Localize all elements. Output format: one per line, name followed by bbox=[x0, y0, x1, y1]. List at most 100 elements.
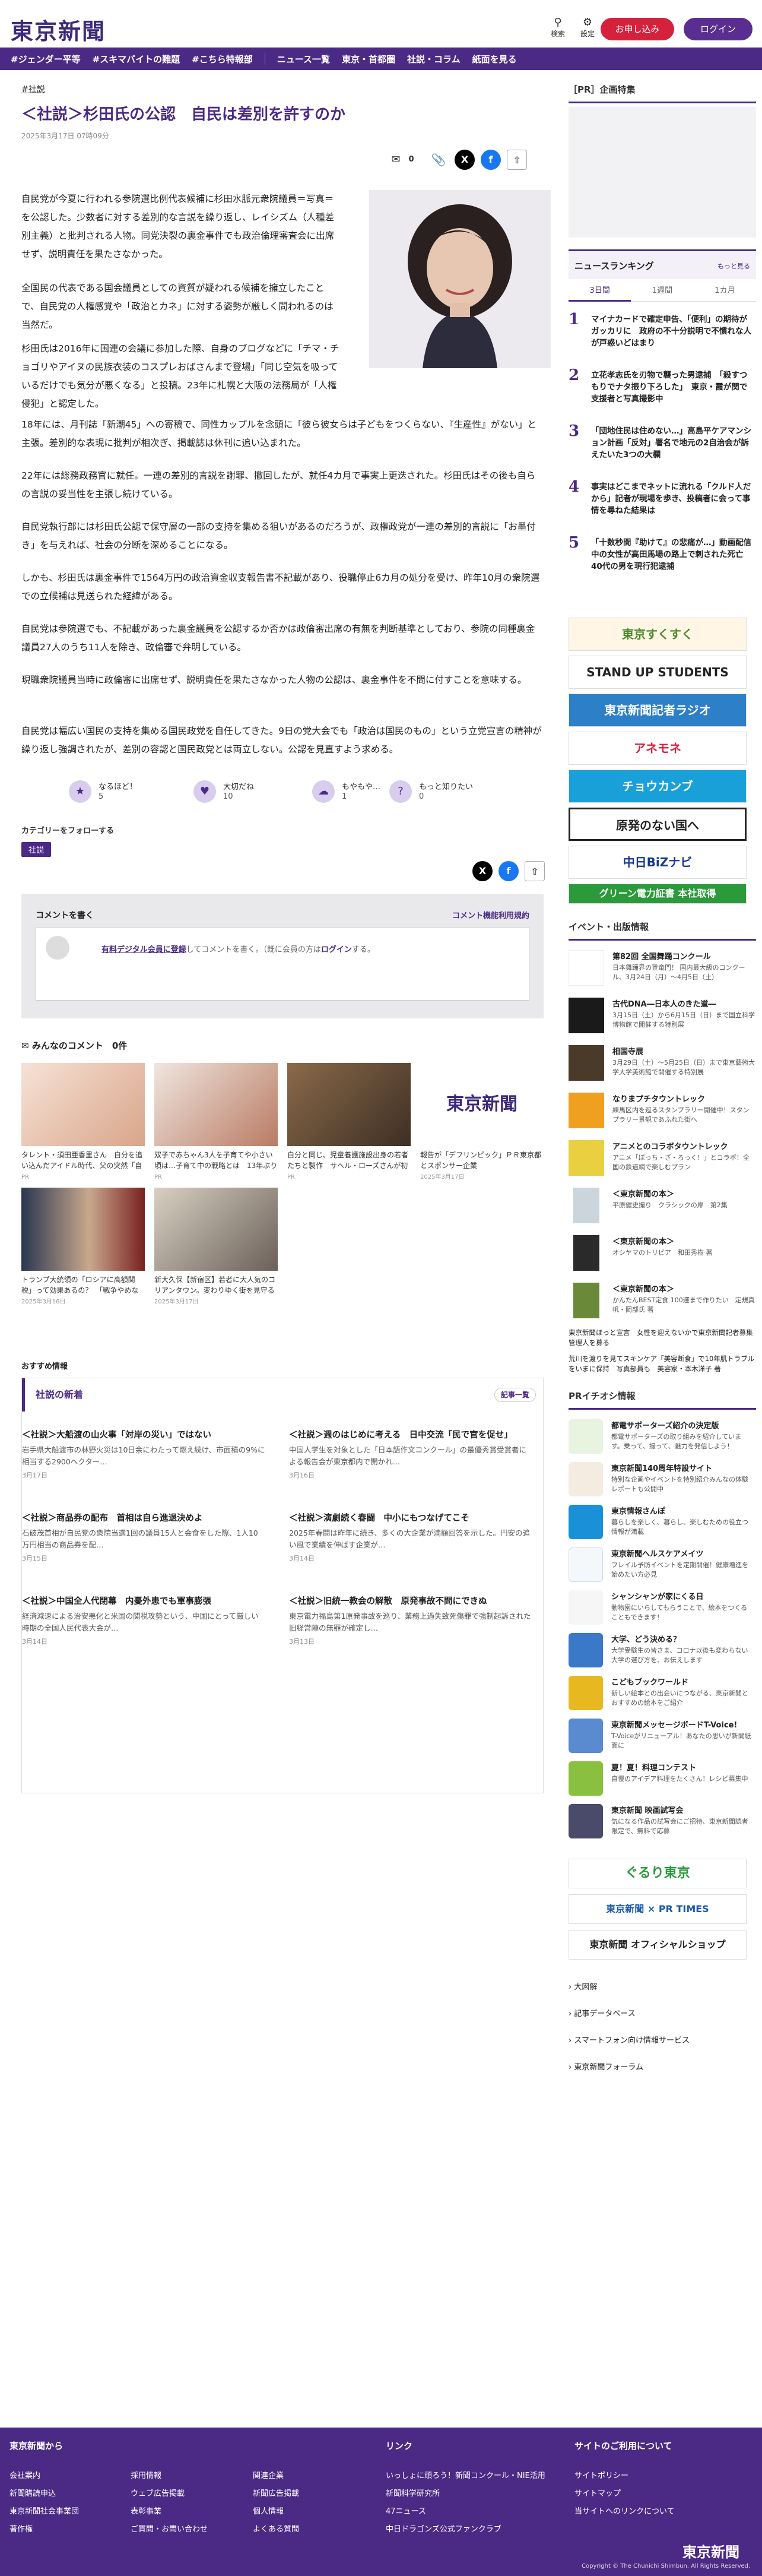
event-item[interactable]: ＜東京新聞の本＞ 平原健史撮り クラシックの扉 第2集 bbox=[569, 1188, 756, 1229]
footer-link[interactable]: いっしょに頑ろう！新聞コンクール・NIE活用 bbox=[386, 2469, 545, 2480]
nav-item-editorial[interactable]: 社説・コラム bbox=[407, 53, 461, 65]
event-item[interactable]: なりまプチタウントレック 練馬区内を巡るスタンプラリー開催中！スタンプラリー景観で… bbox=[569, 1093, 756, 1134]
banner-genpatsu[interactable]: 原発のない国へ bbox=[569, 808, 747, 841]
comment-input-area[interactable]: 有料デジタル会員に登録してコメントを書く。（既に会員の方はログインする。 bbox=[36, 927, 529, 1001]
editorial-item[interactable]: ＜社説＞中国全人代閉幕 内憂外患でも軍事膨張 経済減速による治安悪化と米国の関税攻… bbox=[22, 1594, 265, 1646]
category-follow-button[interactable]: 社説 bbox=[21, 842, 52, 857]
banner-gururi[interactable]: ぐるり東京 bbox=[569, 1859, 747, 1888]
facebook-share-icon[interactable]: f bbox=[481, 150, 501, 170]
event-item[interactable]: アニメとのコラボタウントレック アニメ「ぼっち・ざ・ろっく！」とコラボ！全国の鉄道… bbox=[569, 1140, 756, 1182]
pr-item[interactable]: こどもブックワールド 新しい絵本との出会いにつながる、東京新聞とおすすめの絵本をご… bbox=[569, 1676, 756, 1711]
event-item[interactable]: 古代DNA―日本人のきた道― 3月15日（土）から6月15日（日）まで国立科学博物… bbox=[569, 998, 756, 1039]
banner-prtimes[interactable]: 東京新聞 × PR TIMES bbox=[569, 1894, 747, 1924]
footer-link[interactable]: ご質問・お問い合わせ bbox=[131, 2523, 208, 2534]
footer-link[interactable]: 関連企業 bbox=[253, 2469, 284, 2480]
banner-shop[interactable]: 東京新聞 オフィシャルショップ bbox=[569, 1930, 747, 1960]
related-card[interactable]: トランプ大統領の「ロシアに高額関税」って効果あるの？ 「戦争やめなければ制裁」プ… bbox=[21, 1188, 145, 1308]
editorial-item[interactable]: ＜社説＞商品券の配布 首相は自ら進退決めよ 石破茂首相が自民党の衆院当選1回の議員… bbox=[22, 1511, 265, 1563]
event-item[interactable]: 相国寺展 3月29日（土）〜5月25日（日）まで東京藝術大学大学美術館で開催する特… bbox=[569, 1045, 756, 1087]
event-item[interactable]: 第82回 全国舞踊コンクール 日本舞踊界の登竜門！ 国内最大級のコンクール、3月2… bbox=[569, 950, 756, 992]
share-icon[interactable]: ⇧ bbox=[525, 861, 545, 881]
clip-icon[interactable]: 📎 bbox=[428, 150, 449, 170]
event-item[interactable]: ＜東京新聞の本＞ かんたんBEST定食 100選まで作りたい 定規真帆・岡部氏 著 bbox=[569, 1283, 756, 1324]
event-link[interactable]: 荒川を渡りを見てスキンケア「美容断食」で10年肌トラブルをいまに保持 写真部員も… bbox=[569, 1354, 756, 1374]
banner-chunichi-biz[interactable]: 中日BiZナビ bbox=[569, 846, 747, 879]
banner-stand-up-students[interactable]: STAND UP STUDENTS bbox=[569, 656, 747, 689]
ranking-more-link[interactable]: もっと見る bbox=[717, 261, 750, 271]
nav-item-tokuho[interactable]: #こちら特報部 bbox=[192, 53, 253, 65]
x-share-icon[interactable]: X bbox=[472, 861, 493, 881]
related-card[interactable]: タレント・須田亜香里さん 自分を追い込んだアイドル時代、父の突然「自分のこと好き… bbox=[21, 1063, 145, 1183]
pr-item[interactable]: 夏！夏！料理コンテスト 自慢のアイデア料理をたくさん！レシピ募集中 bbox=[569, 1761, 756, 1797]
facebook-share-icon[interactable]: f bbox=[499, 861, 519, 881]
comment-count: 0 bbox=[408, 155, 414, 164]
share-icon[interactable]: ⇧ bbox=[507, 150, 527, 170]
sidebar-link[interactable]: › 東京新聞フォーラム bbox=[569, 2061, 756, 2072]
footer-link[interactable]: 会社案内 bbox=[9, 2469, 40, 2480]
settings-button[interactable]: ⚙ 設定 bbox=[576, 17, 599, 39]
x-share-icon[interactable]: X bbox=[455, 150, 475, 170]
footer-link[interactable]: 新聞科学研究所 bbox=[386, 2487, 440, 2498]
editorial-more-button[interactable]: 記事一覧 bbox=[494, 1388, 536, 1402]
footer-logo[interactable]: 東京新聞 bbox=[682, 2540, 739, 2561]
footer-link[interactable]: 表彰事業 bbox=[131, 2505, 161, 2516]
footer-link[interactable]: ウェブ広告掲載 bbox=[131, 2487, 185, 2498]
event-link[interactable]: 東京新聞ほっと宣言 女性を迎えないかで東京新聞記者募集 管理人を募る bbox=[569, 1328, 760, 1348]
login-link[interactable]: ログイン bbox=[321, 945, 352, 954]
nav-item-tokyo[interactable]: 東京・首都圏 bbox=[342, 53, 395, 65]
footer-link[interactable]: サイトポリシー bbox=[574, 2469, 628, 2480]
pr-title: 東京新聞メッセージボードT-Voice! bbox=[611, 1721, 738, 1730]
footer-link[interactable]: 採用情報 bbox=[131, 2469, 161, 2480]
site-logo[interactable]: 東京新聞 bbox=[11, 13, 106, 46]
comment-rules-link[interactable]: コメント機能利用規約 bbox=[452, 909, 529, 920]
footer-link[interactable]: 新聞購読申込 bbox=[9, 2487, 56, 2498]
editorial-item[interactable]: ＜社説＞演劇続く春闘 中小にもつなげてこそ 2025年春闘は昨年に続き、多くの大企… bbox=[289, 1511, 532, 1563]
pr-item[interactable]: シャンシャンが家にくる日 動物園にいらしてもらうことで、絵本をつくることもできます… bbox=[569, 1590, 756, 1626]
banner-green-power[interactable]: グリーン電力証書 本社取得 bbox=[569, 884, 747, 904]
related-card[interactable]: 自分と同じ、児童養護施設出身の若者たちと製作 サヘル・ローズさんが初監督映画「花… bbox=[287, 1063, 411, 1183]
search-button[interactable]: ⚲ 検索 bbox=[546, 17, 570, 39]
article-tag[interactable]: #社説 bbox=[21, 83, 544, 95]
tab-3days[interactable]: 3日間 bbox=[569, 281, 631, 302]
register-link[interactable]: 有料デジタル会員に登録 bbox=[101, 945, 186, 954]
editorial-item-summary: 中国人学生を対象とした「日本語作文コンクール」の最優秀賞受賞者による報告会が東京… bbox=[289, 1445, 527, 1466]
banner-anemone[interactable]: アネモネ bbox=[569, 732, 747, 765]
sidebar-link[interactable]: › 記事データベース bbox=[569, 2007, 756, 2018]
pr-item[interactable]: 大学、どう決める？ 大学受験生の皆さま、コロナ以後も変わらない大学の選び方を、お伝… bbox=[569, 1633, 756, 1669]
banner-radio[interactable]: 東京新聞記者ラジオ bbox=[569, 694, 747, 727]
nav-item-news[interactable]: ニュース一覧 bbox=[277, 53, 330, 65]
footer-link[interactable]: 東京新聞社会事業団 bbox=[9, 2505, 79, 2516]
footer-link[interactable]: 当サイトへのリンクについて bbox=[574, 2505, 675, 2516]
nav-item-gender[interactable]: #ジェンダー平等 bbox=[11, 53, 81, 65]
editorial-item[interactable]: ＜社説＞大船渡の山火事「対岸の災い」ではない 岩手県大船渡市の林野火災は10日余に… bbox=[22, 1428, 265, 1480]
nav-item-sukima[interactable]: #スキマバイトの難題 bbox=[93, 53, 180, 65]
banner-chokanbu[interactable]: チョウカンブ bbox=[569, 770, 747, 803]
pr-item[interactable]: 東京新聞 映画試写会 気になる作品の試写会にご招待、東京新聞読者限定で、無料で応募 bbox=[569, 1804, 756, 1840]
pr-item[interactable]: 東京新聞ヘルスケアメイツ フレイル予防イベントを定期開催！健康増進を始めたい方必見 bbox=[569, 1548, 756, 1583]
pr-item[interactable]: 東京新聞メッセージボードT-Voice! T-Voiceがリニューアル！あなたの思… bbox=[569, 1719, 756, 1754]
editorial-item[interactable]: ＜社説＞旧統一教会の解散 原発事故不問にできぬ 東京電力福島第1原発事故を巡り、業… bbox=[289, 1594, 532, 1646]
footer-link[interactable]: サイトマップ bbox=[574, 2487, 621, 2498]
tab-1week[interactable]: 1週間 bbox=[631, 281, 694, 302]
sidebar-link[interactable]: › スマートフォン向け情報サービス bbox=[569, 2034, 756, 2045]
footer-link[interactable]: 個人情報 bbox=[253, 2505, 284, 2516]
banner-sukusuku[interactable]: 東京すくすく bbox=[569, 618, 747, 651]
tab-1month[interactable]: 1カ月 bbox=[693, 281, 756, 302]
register-button[interactable]: お申し込み bbox=[601, 18, 674, 40]
footer-link[interactable]: 新聞広告掲載 bbox=[253, 2487, 299, 2498]
footer-link[interactable]: よくある質問 bbox=[253, 2523, 299, 2534]
event-item[interactable]: ＜東京新聞の本＞ オシヤマのトリビア 和田秀樹 著 bbox=[569, 1235, 756, 1277]
related-card[interactable]: 東京新聞 報告が「デフリンピック」ＰＲ東京都とスポンサー企業 2025年3月17… bbox=[420, 1063, 544, 1183]
footer-link[interactable]: 47ニュース bbox=[386, 2505, 426, 2516]
footer-link[interactable]: 中日ドラゴンズ公式ファンクラブ bbox=[386, 2523, 501, 2534]
pr-item[interactable]: 都電サポーターズ紹介の決定版 都電サポーターズの取り組みを紹介しています。乗って、… bbox=[569, 1419, 756, 1455]
pr-item[interactable]: 東京新聞140周年特設サイト 特別な企画やイベントを特別紹介みんなの体験レポートも… bbox=[569, 1462, 756, 1498]
sidebar-link[interactable]: › 大図解 bbox=[569, 1980, 756, 1992]
related-card[interactable]: 双子で赤ちゃん3人を子育てや小さい頃は…子育て中の戦略とは 13年ぶり「おはよう… bbox=[154, 1063, 278, 1183]
footer-link[interactable]: 著作権 bbox=[9, 2523, 33, 2534]
pr-item[interactable]: 東京情報さんぽ 暮らしを楽しく、暮らし、楽しむための役立つ情報が満載 bbox=[569, 1505, 756, 1540]
related-card[interactable]: 新大久保【新宿区】若者に大人気のコリアンタウン。変わりゆく街を見守る神社をお参り… bbox=[154, 1188, 278, 1308]
login-button[interactable]: ログイン bbox=[684, 18, 753, 40]
nav-item-paper[interactable]: 紙面を見る bbox=[472, 53, 517, 65]
editorial-item[interactable]: ＜社説＞週のはじめに考える 日中交流「民で官を促せ」 中国人学生を対象とした「日本… bbox=[289, 1428, 532, 1480]
